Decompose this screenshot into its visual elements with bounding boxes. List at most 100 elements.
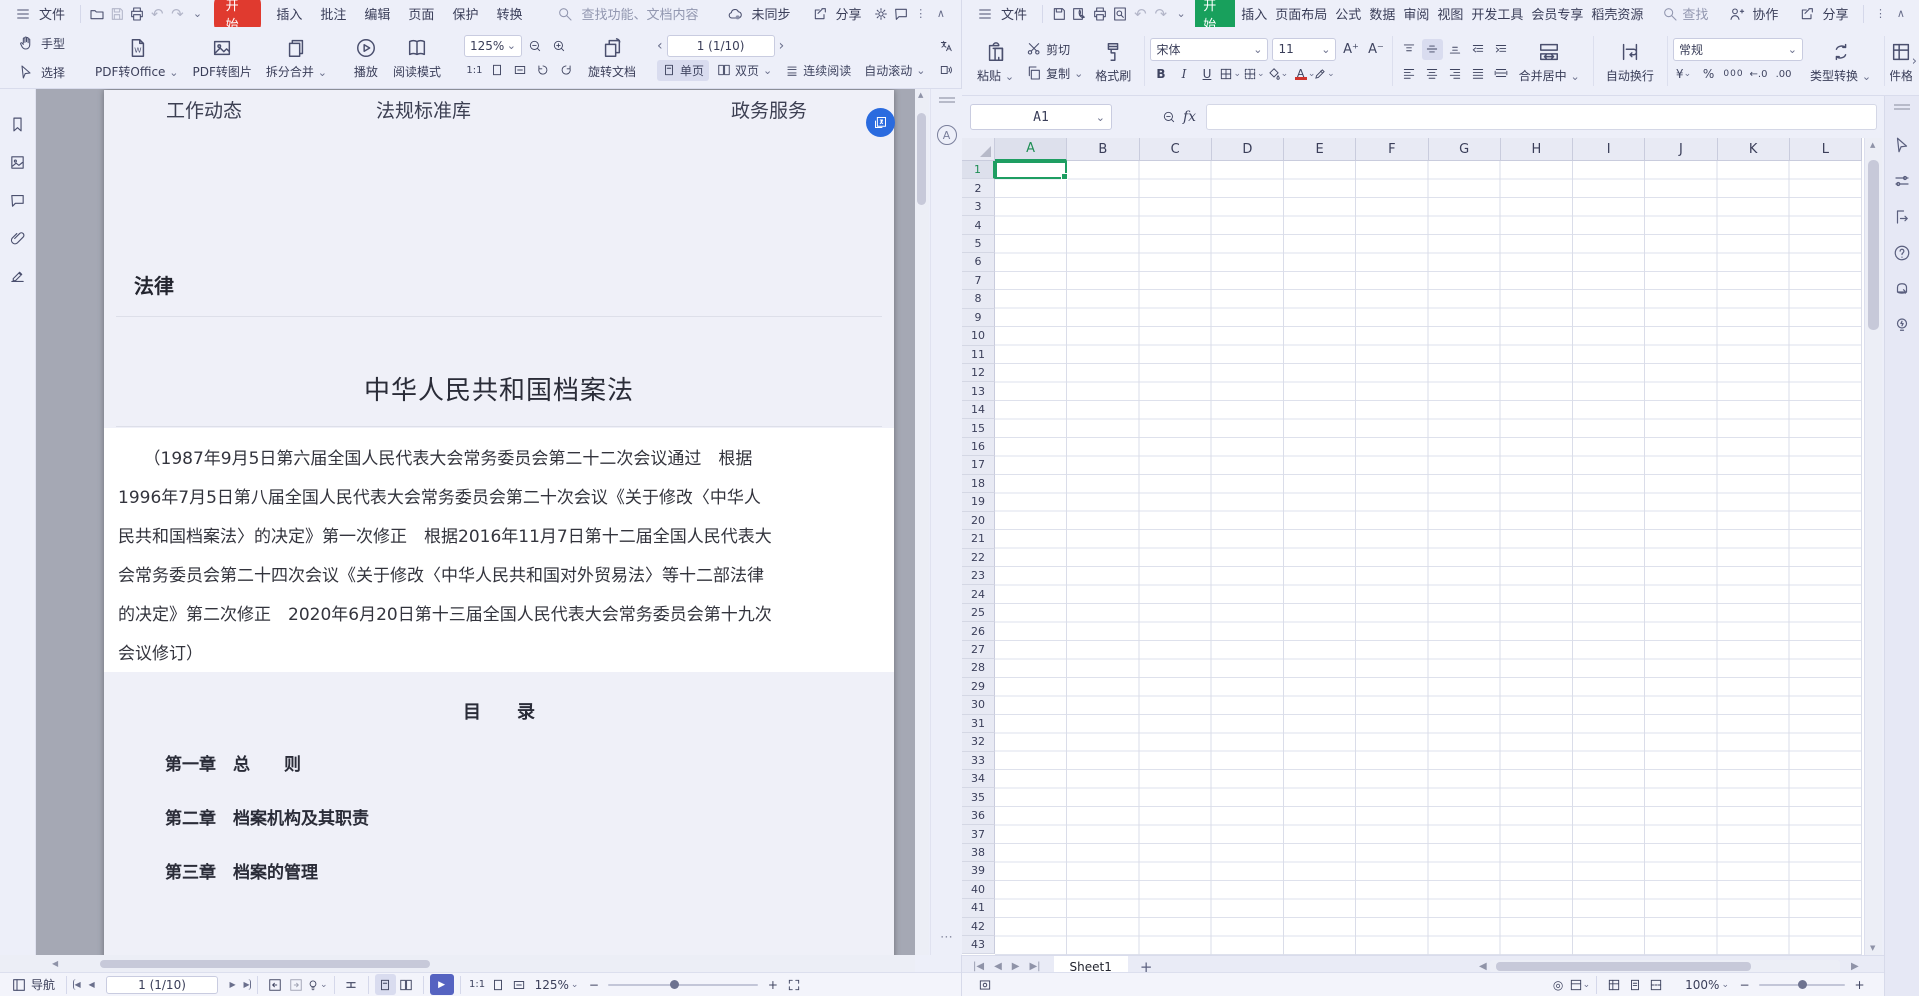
scroll-down-icon[interactable]: ▼ — [1870, 944, 1875, 952]
next-sheet-icon[interactable]: ▶ — [1007, 961, 1025, 972]
pdf-file-menu[interactable]: 文件 — [0, 0, 74, 27]
first-sheet-icon[interactable]: |◀ — [968, 961, 989, 972]
row-header-2[interactable]: 2 — [962, 179, 995, 197]
collapse-ribbon-icon[interactable]: ∧ — [931, 3, 951, 25]
sheet-file-menu[interactable]: 文件 — [962, 0, 1036, 27]
thumbnails-icon[interactable] — [7, 151, 29, 173]
pdf-to-image-button[interactable]: PDF转图片 — [185, 29, 258, 86]
sheet-share-button[interactable]: 分享 — [1787, 0, 1857, 27]
more-menu-icon[interactable]: ⋮ — [1870, 3, 1890, 25]
column-header-A[interactable]: A — [995, 138, 1067, 161]
comments-panel-icon[interactable] — [7, 189, 29, 211]
actual-size-button[interactable]: 1:1 — [464, 60, 485, 81]
hscroll-left-icon[interactable]: ◀ — [1474, 961, 1492, 972]
distribute-button[interactable] — [1491, 63, 1512, 84]
bookmark-icon[interactable] — [7, 113, 29, 135]
background-mode-button[interactable]: ⌄ — [306, 974, 328, 995]
bold-button[interactable]: B — [1150, 64, 1171, 85]
status-zoom-value[interactable]: 125% ⌄ — [530, 976, 584, 994]
first-page-button[interactable]: ◀ — [73, 979, 81, 990]
status-zoom-out-button[interactable]: − — [583, 974, 604, 995]
row-header-41[interactable]: 41 — [962, 899, 995, 917]
view-options-button[interactable]: ⌄ — [1569, 974, 1591, 995]
next-page-button[interactable]: ▶ — [222, 974, 243, 995]
row-header-19[interactable]: 19 — [962, 493, 995, 511]
row-header-37[interactable]: 37 — [962, 825, 995, 843]
row-header-14[interactable]: 14 — [962, 401, 995, 419]
sheet-zoom-slider[interactable] — [1759, 984, 1845, 986]
rotate-right-icon[interactable] — [556, 60, 577, 81]
insert-function-button[interactable]: fx — [1179, 107, 1200, 128]
pdf-vertical-scroll-thumb[interactable] — [917, 113, 926, 205]
normal-view-button[interactable] — [1603, 974, 1624, 995]
merge-center-button[interactable]: 合并居中 ⌄ — [1512, 30, 1587, 92]
font-adjust-icon[interactable]: A — [937, 125, 957, 145]
column-header-B[interactable]: B — [1067, 138, 1139, 161]
row-header-35[interactable]: 35 — [962, 788, 995, 806]
scroll-up-icon[interactable]: ▲ — [1870, 141, 1875, 149]
pdf-share-button[interactable]: 分享 — [800, 0, 871, 27]
pdf-tab-insert[interactable]: 插入 — [267, 0, 311, 27]
increase-indent-button[interactable] — [1491, 39, 1512, 60]
pdf-search-box[interactable]: 查找功能、文档内容 — [545, 0, 707, 27]
pdf-to-office-button[interactable]: W PDF转Office ⌄ — [88, 29, 185, 86]
undo-icon[interactable]: ↶ — [147, 3, 167, 25]
row-header-30[interactable]: 30 — [962, 696, 995, 714]
select-all-corner[interactable] — [962, 138, 995, 161]
row-header-3[interactable]: 3 — [962, 198, 995, 216]
row-header-26[interactable]: 26 — [962, 622, 995, 640]
cell-name-box[interactable]: A1 ⌄ — [970, 104, 1112, 130]
font-size-select[interactable]: 11 ⌄ — [1272, 38, 1336, 61]
row-header-12[interactable]: 12 — [962, 364, 995, 382]
slideshow-play-button[interactable]: ▶ — [430, 974, 454, 995]
pdf-tab-convert[interactable]: 转换 — [487, 0, 531, 27]
align-top-button[interactable] — [1399, 39, 1420, 60]
row-header-34[interactable]: 34 — [962, 770, 995, 788]
page-layout-view-button[interactable] — [1624, 974, 1645, 995]
signature-icon[interactable] — [7, 265, 29, 287]
more-menu-icon[interactable]: ⋮ — [911, 3, 931, 25]
translate-icon[interactable] — [935, 35, 956, 56]
number-format-select[interactable]: 常规 ⌄ — [1673, 38, 1803, 61]
auto-scroll-button[interactable]: 自动滚动 ⌄ — [859, 60, 930, 81]
continuous-mode-toggle[interactable] — [341, 974, 362, 995]
row-header-10[interactable]: 10 — [962, 327, 995, 345]
double-page-button[interactable]: 双页 ⌄ — [712, 60, 777, 81]
continuous-read-button[interactable]: 连续阅读 — [780, 60, 856, 81]
prev-sheet-icon[interactable]: ◀ — [989, 961, 1007, 972]
sync-status[interactable]: 未同步 — [715, 0, 799, 27]
more-tools-chevron-icon[interactable]: ⌄ — [1171, 3, 1191, 25]
sheet-search-box[interactable]: 查找 — [1653, 0, 1717, 27]
row-header-42[interactable]: 42 — [962, 918, 995, 936]
previous-page-icon[interactable]: ‹ — [657, 38, 663, 54]
zoom-in-icon[interactable] — [549, 35, 570, 56]
underline-button[interactable]: U — [1196, 64, 1217, 85]
row-header-9[interactable]: 9 — [962, 309, 995, 327]
zoom-level-select[interactable]: 125% ⌄ — [464, 35, 522, 57]
row-header-23[interactable]: 23 — [962, 567, 995, 585]
column-header-D[interactable]: D — [1212, 138, 1284, 161]
translate-document-fab[interactable] — [866, 108, 895, 137]
status-single-page-button[interactable] — [375, 974, 396, 995]
pdf-zoom-slider[interactable] — [608, 984, 758, 986]
status-page-indicator[interactable]: 1 (1/10) — [106, 976, 218, 994]
row-header-11[interactable]: 11 — [962, 346, 995, 364]
zoom-formula-icon[interactable] — [1158, 107, 1179, 128]
sheet-zoom-slider-knob[interactable] — [1798, 980, 1807, 989]
fill-color-button[interactable]: ⌄ — [1267, 64, 1289, 85]
save-icon[interactable] — [1049, 3, 1069, 25]
ribbon-expand-icon[interactable]: › — [1912, 54, 1917, 69]
print-preview-icon[interactable] — [1110, 3, 1130, 25]
row-header-17[interactable]: 17 — [962, 456, 995, 474]
sheet-tab-resources[interactable]: 稻壳资源 — [1587, 0, 1647, 27]
align-left-button[interactable] — [1399, 63, 1420, 84]
settings-gear-icon[interactable] — [871, 3, 891, 25]
percent-format-button[interactable]: % — [1698, 64, 1719, 85]
borders-button[interactable]: ⌄ — [1219, 64, 1241, 85]
comma-format-button[interactable]: 000 — [1723, 64, 1744, 85]
row-header-38[interactable]: 38 — [962, 844, 995, 862]
sheet-vertical-scroll-thumb[interactable] — [1868, 160, 1879, 330]
paste-button[interactable]: 粘贴 ⌄ — [970, 30, 1021, 92]
column-header-E[interactable]: E — [1284, 138, 1356, 161]
open-file-icon[interactable] — [87, 3, 107, 25]
